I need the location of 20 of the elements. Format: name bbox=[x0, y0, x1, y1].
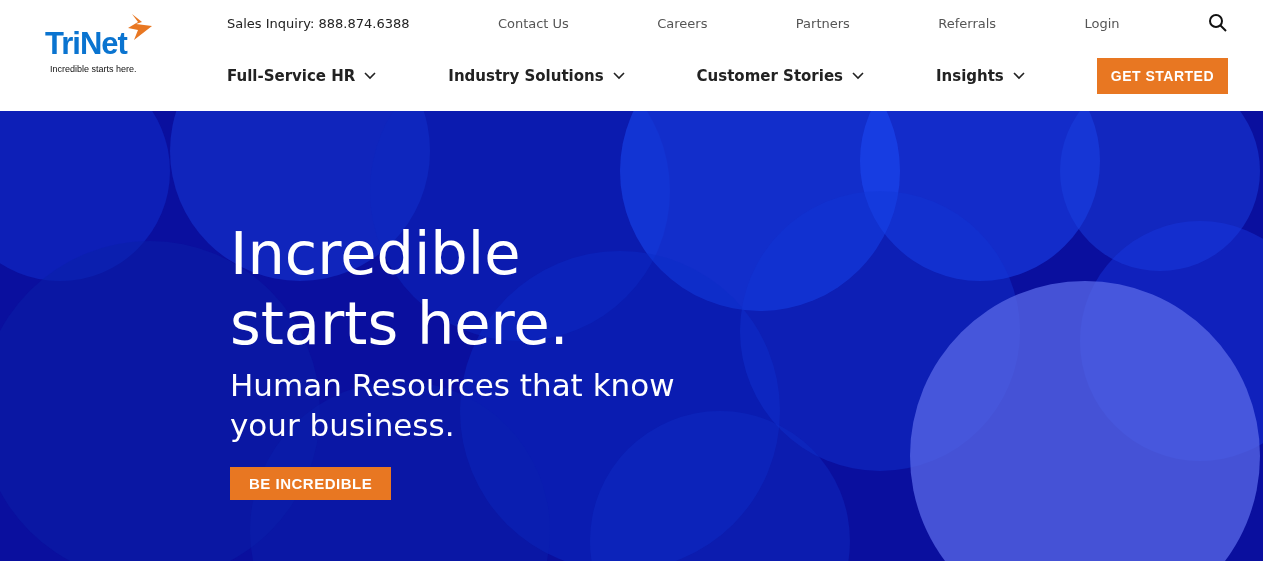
trinet-logo[interactable]: TriNet Incredible starts here. bbox=[0, 0, 227, 111]
utility-link[interactable]: Referrals bbox=[938, 15, 997, 31]
nav-menu-item[interactable]: Industry Solutions bbox=[448, 67, 625, 85]
utility-link[interactable]: Careers bbox=[657, 15, 708, 31]
sales-inquiry: Sales Inquiry: 888.874.6388 bbox=[227, 15, 410, 31]
utility-link[interactable]: Partners bbox=[795, 15, 850, 31]
caret-icon bbox=[364, 72, 377, 80]
nav-menu-item[interactable]: Insights bbox=[935, 67, 1025, 85]
nav-menu-item[interactable]: Customer Stories bbox=[696, 67, 864, 85]
hero-subtitle: Human Resources that know your business. bbox=[230, 366, 676, 445]
search-icon[interactable] bbox=[1207, 13, 1228, 33]
utility-link[interactable]: Contact Us bbox=[497, 15, 569, 31]
caret-icon bbox=[852, 72, 864, 80]
caret-icon bbox=[1012, 72, 1025, 80]
nav-menu-item[interactable]: Full-Service HR bbox=[227, 67, 377, 85]
caret-icon bbox=[612, 72, 625, 80]
utility-link[interactable]: Login bbox=[1084, 15, 1120, 31]
logo-wordmark: TriNet bbox=[45, 26, 127, 62]
logo-tagline: Incredible starts here. bbox=[50, 64, 138, 74]
hero-headline: Incredible starts here. bbox=[230, 219, 570, 359]
